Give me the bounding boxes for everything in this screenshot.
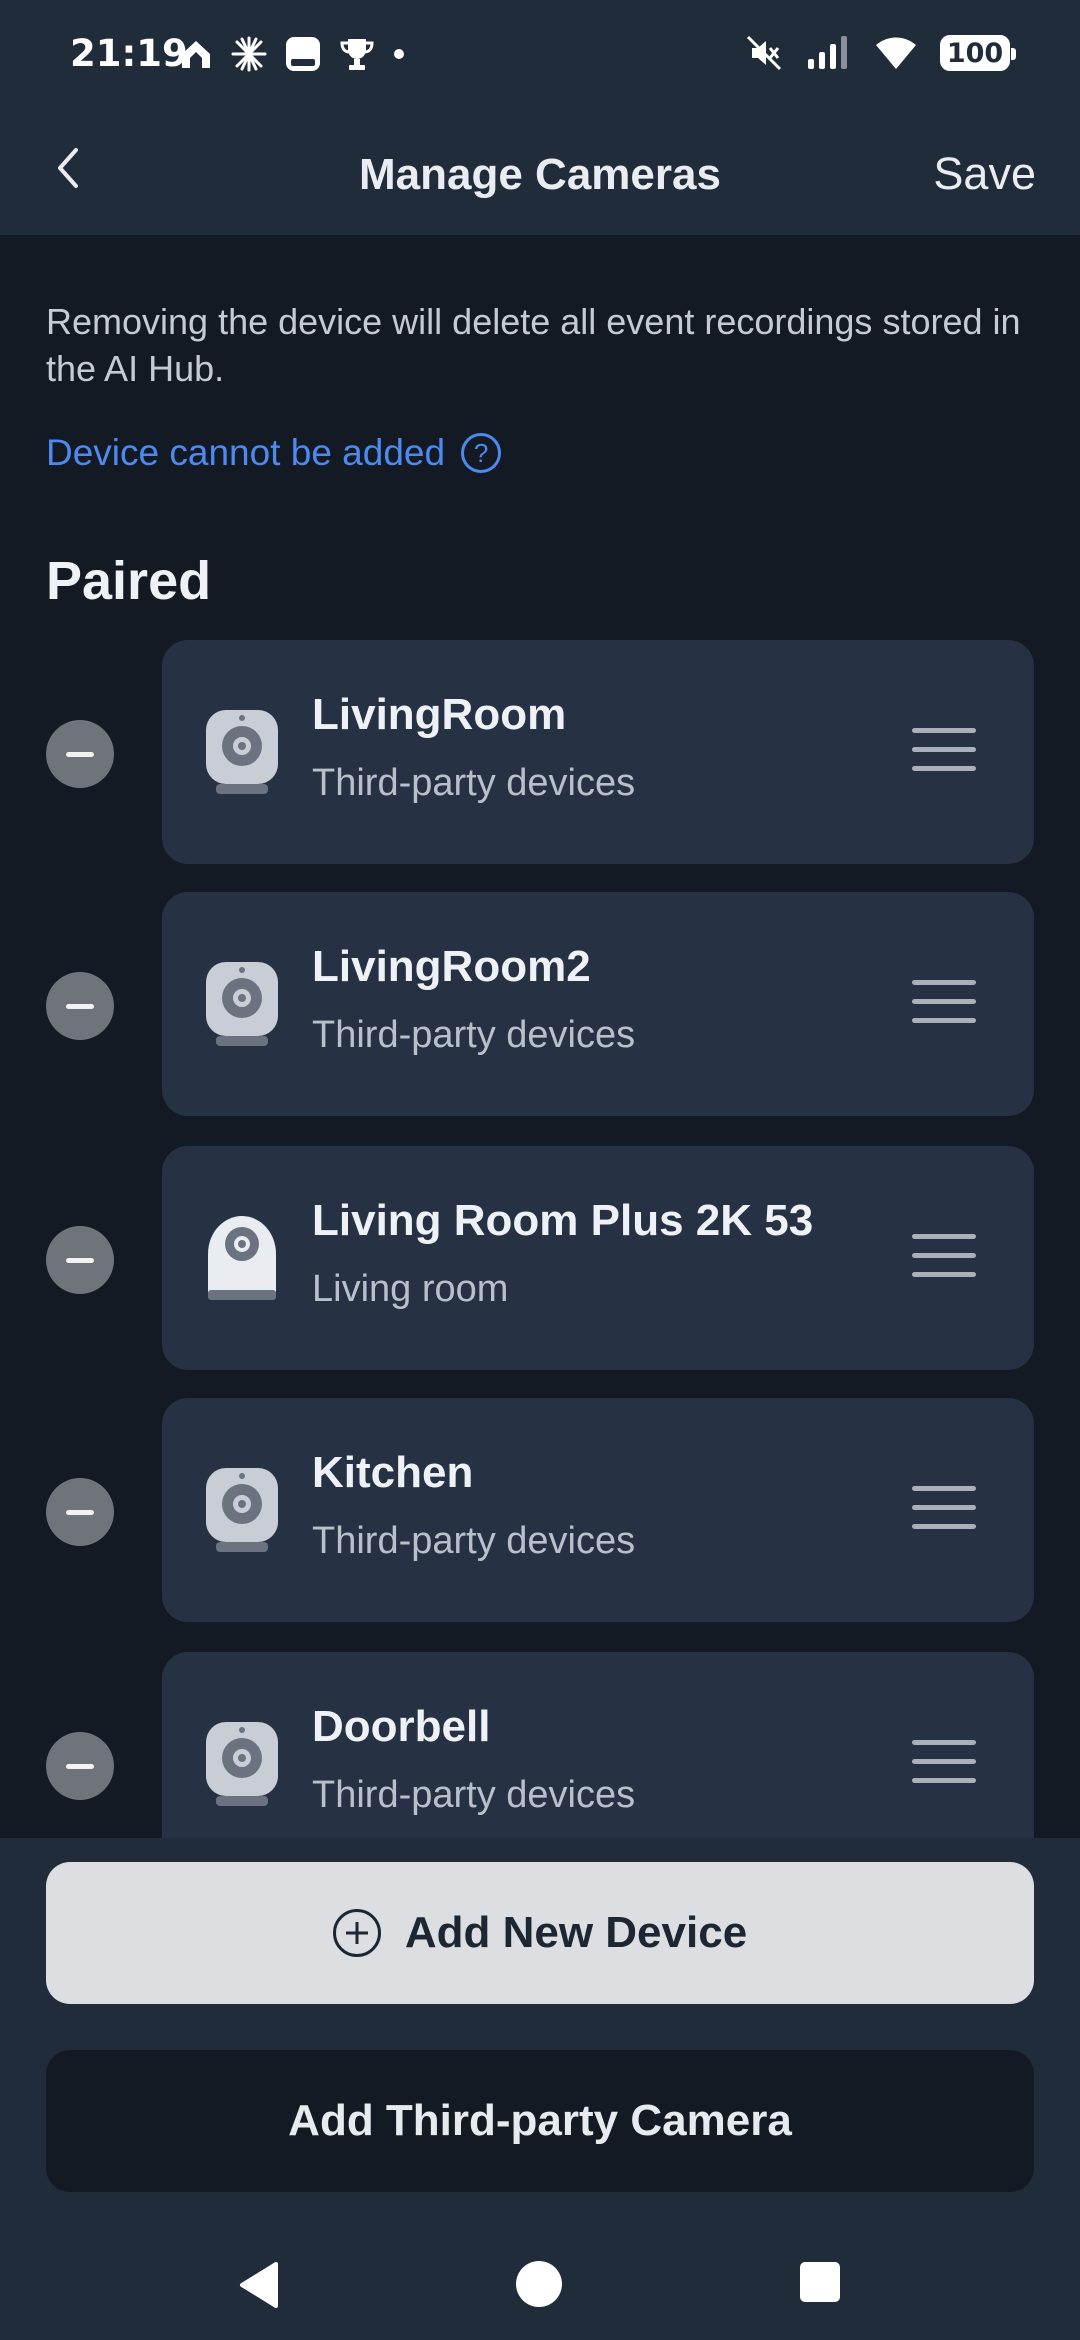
device-subtitle: Third-party devices	[312, 1014, 636, 1056]
remove-device-button[interactable]	[46, 1732, 114, 1800]
signal-icon	[808, 36, 847, 69]
drag-handle-icon[interactable]	[912, 980, 976, 1026]
device-row: LivingRoom2 Third-party devices	[0, 892, 1080, 1116]
minus-icon	[66, 1257, 94, 1263]
page-title: Manage Cameras	[359, 150, 721, 199]
device-subtitle: Third-party devices	[312, 1520, 636, 1562]
device-card[interactable]: Living Room Plus 2K 53 Living room	[162, 1146, 1034, 1370]
remove-device-button[interactable]	[46, 720, 114, 788]
add-third-party-camera-button[interactable]: Add Third-party Camera	[46, 2050, 1034, 2192]
status-time: 21:19	[70, 32, 188, 75]
device-card[interactable]: LivingRoom2 Third-party devices	[162, 892, 1034, 1116]
device-subtitle: Living room	[312, 1268, 509, 1310]
plus-circle-icon	[332, 1909, 381, 1957]
device-row: Kitchen Third-party devices	[0, 1398, 1080, 1622]
paired-device-list[interactable]: LivingRoom Third-party devices LivingRoo…	[0, 640, 1080, 1838]
nav-recents-icon[interactable]	[800, 2262, 840, 2302]
home-notification-icon	[182, 41, 210, 68]
device-row: Living Room Plus 2K 53 Living room	[0, 1146, 1080, 1370]
top-bar: 21:19 100 Manage Cameras Save	[0, 0, 1080, 235]
status-bar: 21:19 100	[0, 0, 1080, 110]
wifi-icon	[876, 37, 916, 69]
remove-device-button[interactable]	[46, 972, 114, 1040]
device-card[interactable]: LivingRoom Third-party devices	[162, 640, 1034, 864]
nav-back-icon[interactable]	[236, 2260, 282, 2310]
camera-icon	[206, 1722, 278, 1806]
minus-icon	[66, 1003, 94, 1009]
help-link-label: Device cannot be added	[46, 432, 446, 473]
camera-plus-icon	[208, 1216, 276, 1300]
device-row: LivingRoom Third-party devices	[0, 640, 1080, 864]
more-dot-icon	[394, 49, 404, 59]
device-cannot-be-added-link[interactable]: Device cannot be added ?	[46, 432, 502, 474]
system-nav-bar	[0, 2238, 1080, 2340]
device-name: Doorbell	[312, 1702, 491, 1751]
save-button[interactable]: Save	[933, 148, 1036, 200]
device-name: LivingRoom	[312, 690, 567, 739]
camera-icon	[206, 710, 278, 794]
drag-handle-icon[interactable]	[912, 1486, 976, 1532]
nav-home-icon[interactable]	[516, 2261, 562, 2307]
remove-device-button[interactable]	[46, 1478, 114, 1546]
add-new-device-label: Add New Device	[404, 1908, 748, 1957]
sparkle-notification-icon	[231, 36, 267, 72]
device-name: Kitchen	[312, 1448, 474, 1497]
notification-icons	[178, 32, 406, 76]
section-title-paired: Paired	[46, 551, 212, 611]
app-notification-icon	[286, 37, 320, 71]
minus-icon	[66, 1509, 94, 1515]
system-icons: 100	[744, 30, 1016, 76]
drag-handle-icon[interactable]	[912, 728, 976, 774]
battery-indicator: 100	[940, 35, 1016, 71]
device-row: Doorbell Third-party devices	[0, 1652, 1080, 1838]
device-card[interactable]: Doorbell Third-party devices	[162, 1652, 1034, 1838]
camera-icon	[206, 962, 278, 1046]
minus-icon	[66, 751, 94, 757]
minus-icon	[66, 1763, 94, 1769]
mute-icon	[746, 35, 782, 71]
header: Manage Cameras Save	[0, 120, 1080, 235]
drag-handle-icon[interactable]	[912, 1740, 976, 1786]
removal-notice: Removing the device will delete all even…	[46, 301, 1021, 389]
device-subtitle: Third-party devices	[312, 1774, 636, 1816]
camera-icon	[206, 1468, 278, 1552]
device-name: Living Room Plus 2K 53	[312, 1196, 814, 1245]
device-card[interactable]: Kitchen Third-party devices	[162, 1398, 1034, 1622]
remove-device-button[interactable]	[46, 1226, 114, 1294]
device-subtitle: Third-party devices	[312, 762, 636, 804]
add-new-device-button[interactable]: Add New Device	[46, 1862, 1034, 2004]
question-icon: ?	[461, 433, 502, 473]
drag-handle-icon[interactable]	[912, 1234, 976, 1280]
trophy-icon	[340, 39, 374, 70]
bottom-action-area: Add New Device Add Third-party Camera	[0, 1838, 1080, 2340]
device-name: LivingRoom2	[312, 942, 591, 991]
